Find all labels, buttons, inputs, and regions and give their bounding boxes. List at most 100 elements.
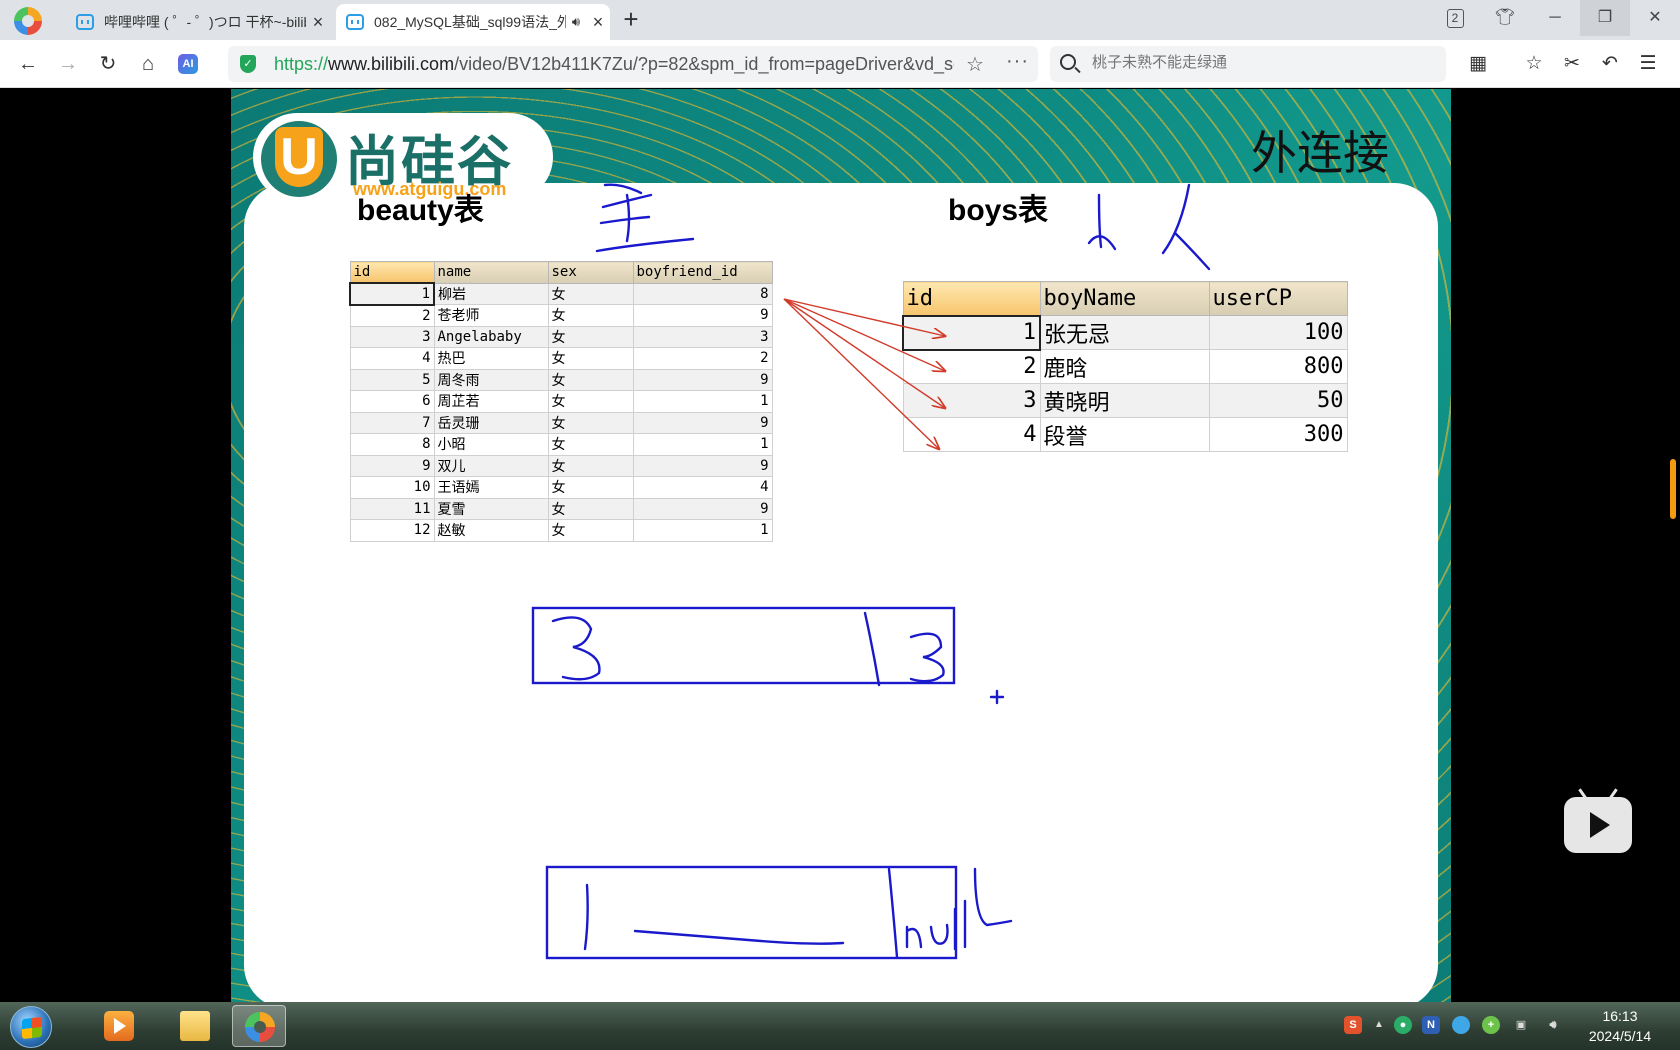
volume-icon[interactable]: 🔊︎	[1544, 1016, 1562, 1034]
folder-icon	[180, 1011, 210, 1041]
table-cell: 2	[902, 349, 1041, 384]
table-row: 5 周冬雨女 9	[349, 368, 773, 391]
search-input[interactable]	[1092, 54, 1432, 71]
table-cell: 1	[349, 282, 435, 306]
table-cell: 9	[632, 368, 773, 391]
tab-count-badge: 2	[1446, 9, 1464, 28]
taskbar-browser[interactable]	[232, 1005, 286, 1047]
new-tab-button[interactable]: +	[618, 6, 644, 34]
reload-icon[interactable]: ↻	[94, 50, 122, 78]
table-cell: 热巴	[433, 347, 549, 370]
table-cell: 1	[632, 390, 773, 413]
table-cell: 8	[349, 433, 435, 456]
close-tab-icon[interactable]: ×	[586, 12, 610, 33]
browser-logo-icon[interactable]	[14, 7, 42, 35]
table-cell: 4	[349, 347, 435, 370]
scissors-icon[interactable]: ✂	[1560, 52, 1584, 76]
table-cell: 周冬雨	[433, 368, 549, 391]
table-cell: 女	[547, 282, 634, 305]
taskbar-media-player[interactable]	[92, 1005, 146, 1047]
close-window-button[interactable]: ✕	[1630, 0, 1680, 36]
search-icon[interactable]	[1060, 54, 1076, 70]
table-cell: 1	[632, 433, 773, 456]
column-header: sex	[547, 261, 634, 284]
system-clock[interactable]: 16:13 2024/5/14	[1578, 1006, 1662, 1046]
column-header: boyName	[1039, 281, 1210, 316]
n-app-icon[interactable]: N	[1422, 1016, 1440, 1034]
table-cell: 5	[349, 368, 435, 391]
table-cell: 女	[547, 433, 634, 456]
ai-assistant-icon[interactable]: AI	[178, 54, 198, 74]
table-cell: 10	[349, 476, 435, 499]
forward-arrow-icon[interactable]: →	[54, 50, 82, 78]
sogou-input-icon[interactable]: S	[1344, 1016, 1362, 1034]
restore-button[interactable]: ❐	[1580, 0, 1630, 36]
slide-title: 外连接	[1251, 126, 1389, 180]
table-cell: 8	[632, 282, 773, 305]
table-row: 2 苍老师女 9	[349, 304, 773, 327]
network-icon[interactable]: ▣	[1512, 1016, 1530, 1034]
table-cell: 周芷若	[433, 390, 549, 413]
wechat-icon[interactable]: ●	[1394, 1016, 1412, 1034]
plus-app-icon[interactable]: +	[1482, 1016, 1500, 1034]
table-cell: 女	[547, 325, 634, 348]
table-cell: 9	[349, 454, 435, 477]
back-arrow-icon[interactable]: ←	[14, 50, 42, 78]
close-tab-icon[interactable]: ×	[306, 12, 330, 33]
tray-expand-icon[interactable]: ▲	[1370, 1016, 1388, 1034]
apps-grid-icon[interactable]: ▦	[1466, 52, 1490, 76]
undo-icon[interactable]: ↶	[1598, 52, 1622, 76]
clock-date: 2024/5/14	[1588, 1028, 1652, 1044]
table-cell: 4	[632, 476, 773, 499]
table-cell: 女	[547, 519, 634, 542]
table-cell: 段誉	[1039, 417, 1210, 452]
boys-table: id boyName userCP 1 张无忌 100 2 鹿晗 800 3 黄晓明 50 4 段誉…	[902, 281, 1348, 452]
browser-icon	[245, 1012, 275, 1042]
bookmark-star-icon[interactable]: ☆	[966, 52, 984, 77]
beauty-table-body: 1 柳岩女 8 2 苍老师女 9 3 Angelababy 女 3 4 热巴女 2 5 周冬雨女 9 6 周芷若女…	[349, 282, 773, 542]
menu-icon[interactable]: ☰	[1636, 52, 1660, 76]
table-cell: 女	[547, 390, 634, 413]
clock-time: 16:13	[1602, 1008, 1638, 1024]
table-row: 1 柳岩女 8	[349, 282, 773, 306]
tab-title: 082_MySQL基础_sql99语法_外连接	[374, 14, 566, 30]
table-cell: 王语嫣	[433, 476, 549, 499]
table-header-row: id boyName userCP	[902, 281, 1348, 316]
table-cell: 张无忌	[1039, 315, 1210, 350]
table-cell: 苍老师	[433, 304, 549, 327]
side-scroll-handle[interactable]	[1670, 459, 1676, 519]
tab-title: 哔哩哔哩 ( ゜- ゜)つロ 干杯~-bilibili	[104, 14, 306, 30]
table-cell: 2	[632, 347, 773, 370]
table-cell: 柳岩	[433, 282, 549, 305]
bilibili-play-icon[interactable]	[1564, 788, 1632, 853]
column-header: userCP	[1208, 281, 1348, 316]
column-header: id	[349, 261, 435, 284]
address-bar[interactable]: ✓ https://www.bilibili.com/video/BV12b41…	[228, 46, 1038, 82]
favorites-icon[interactable]: ☆	[1522, 52, 1546, 76]
tab-bilibili-home[interactable]: 哔哩哔哩 ( ゜- ゜)つロ 干杯~-bilibili ×	[66, 4, 330, 40]
taskbar-file-explorer[interactable]	[168, 1005, 222, 1047]
minimize-button[interactable]: ─	[1530, 0, 1580, 36]
cloud-icon[interactable]	[1452, 1016, 1470, 1034]
windows-taskbar: S ▲ ● N + ▣ 🔊︎ 16:13 2024/5/14	[0, 1002, 1680, 1050]
home-icon[interactable]: ⌂	[134, 50, 162, 78]
secure-shield-icon[interactable]: ✓	[240, 55, 256, 73]
tab-video-082[interactable]: 082_MySQL基础_sql99语法_外连接 🔊︎ ×	[336, 4, 610, 40]
table-cell: 鹿晗	[1039, 349, 1210, 384]
table-cell: 双儿	[433, 454, 549, 477]
search-box[interactable]	[1050, 46, 1446, 82]
table-row: 4 热巴女 2	[349, 347, 773, 370]
more-options-icon[interactable]: ···	[1006, 50, 1029, 73]
shirt-skin-icon[interactable]: 👕︎	[1480, 0, 1530, 36]
start-button[interactable]	[10, 1006, 52, 1048]
url-text[interactable]: https://www.bilibili.com/video/BV12b411K…	[274, 54, 954, 75]
bilibili-tv-icon	[346, 14, 364, 30]
tab-count-button[interactable]: 2	[1430, 0, 1480, 36]
navigation-bar: ← → ↻ ⌂ AI ✓ https://www.bilibili.com/vi…	[0, 40, 1680, 88]
bilibili-tv-icon	[76, 14, 94, 30]
speaker-icon[interactable]: 🔊︎	[566, 14, 586, 30]
table-row: 7 岳灵珊女 9	[349, 411, 773, 434]
table-cell: 女	[547, 368, 634, 391]
table-cell: 3	[632, 325, 773, 348]
video-player[interactable]: 尚硅谷 www.atguigu.com 外连接 beauty表 boys表 id…	[0, 89, 1680, 1002]
